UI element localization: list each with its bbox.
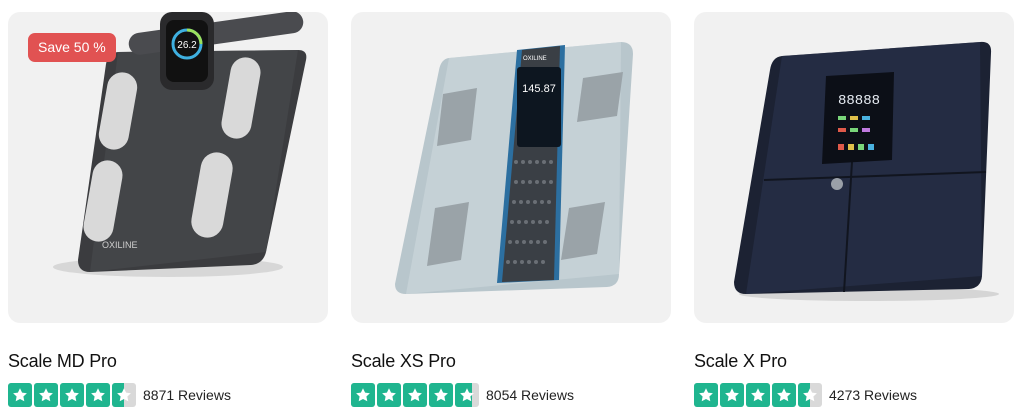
brand-logo-text: OXILINE: [102, 240, 138, 250]
product-image-link[interactable]: 88888: [694, 12, 1014, 323]
product-image-link[interactable]: 145.87 OXILINE: [351, 12, 671, 323]
rating-row: 8054 Reviews: [351, 383, 574, 407]
display-readout: 145.87: [522, 83, 556, 95]
star-icon: [8, 383, 32, 407]
star-icon: [720, 383, 744, 407]
star-icon: [455, 383, 479, 407]
star-icon: [694, 383, 718, 407]
brand-logo-text: OXILINE: [523, 56, 547, 62]
star-icon: [746, 383, 770, 407]
review-count[interactable]: 8871 Reviews: [143, 387, 231, 403]
product-card-scale-md-pro[interactable]: 26.2 OXILINE Save 50 % Scale MD Pro 8871…: [8, 12, 328, 407]
star-icon: [798, 383, 822, 407]
discount-badge: Save 50 %: [28, 33, 116, 62]
rating-row: 4273 Reviews: [694, 383, 917, 407]
product-grid: 26.2 OXILINE Save 50 % Scale MD Pro 8871…: [0, 0, 1024, 416]
star-icon: [429, 383, 453, 407]
star-icon: [377, 383, 401, 407]
review-count[interactable]: 8054 Reviews: [486, 387, 574, 403]
product-card-scale-xs-pro[interactable]: 145.87 OXILINE Scale XS Pro 8054 Reviews: [351, 12, 671, 407]
star-icon: [772, 383, 796, 407]
product-title[interactable]: Scale MD Pro: [8, 351, 117, 372]
star-icon: [34, 383, 58, 407]
review-count[interactable]: 4273 Reviews: [829, 387, 917, 403]
product-card-scale-x-pro[interactable]: 88888 Scale X Pro 4273 Reviews: [694, 12, 1014, 407]
product-title[interactable]: Scale X Pro: [694, 351, 787, 372]
star-icon: [403, 383, 427, 407]
display-readout: 26.2: [177, 40, 197, 51]
star-rating: [351, 383, 479, 407]
star-icon: [351, 383, 375, 407]
product-image-link[interactable]: 26.2 OXILINE Save 50 %: [8, 12, 328, 323]
scale-x-pro-image: 88888: [734, 41, 999, 301]
display-readout: 88888: [838, 93, 880, 109]
star-icon: [60, 383, 84, 407]
star-rating: [694, 383, 822, 407]
star-icon: [86, 383, 110, 407]
rating-row: 8871 Reviews: [8, 383, 231, 407]
product-title[interactable]: Scale XS Pro: [351, 351, 456, 372]
star-rating: [8, 383, 136, 407]
star-icon: [112, 383, 136, 407]
scale-xs-pro-image: 145.87 OXILINE: [395, 42, 633, 294]
